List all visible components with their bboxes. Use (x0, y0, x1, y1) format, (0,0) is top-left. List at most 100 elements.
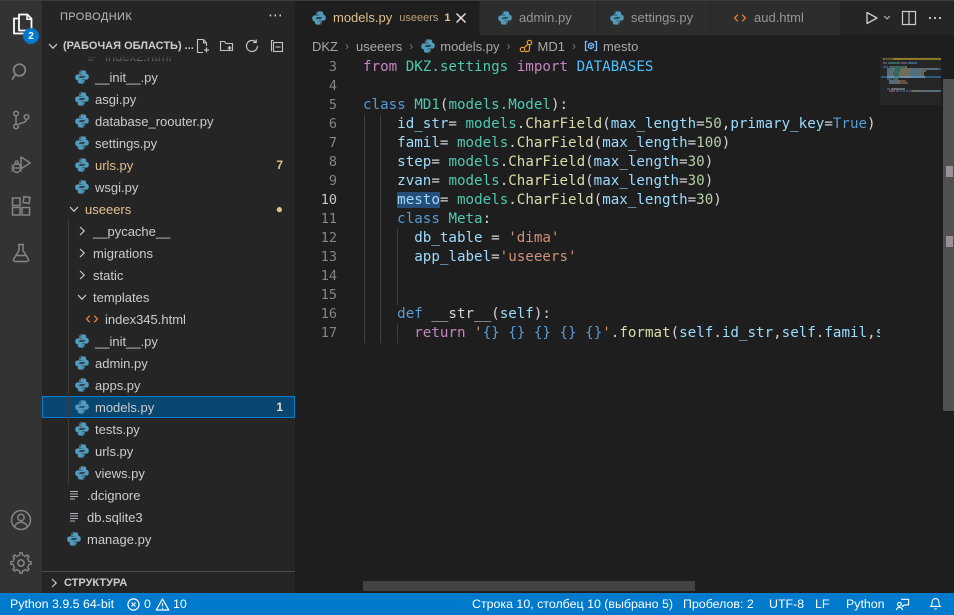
tree-item-tests.py[interactable]: tests.py (42, 418, 295, 440)
activity-bar-item-run-debug[interactable] (0, 142, 42, 186)
status-python[interactable]: Python (846, 593, 885, 615)
minimap[interactable] (880, 57, 941, 593)
tree-item-manage.py[interactable]: manage.py (42, 528, 295, 550)
code-line-11: class Meta: (363, 210, 491, 229)
tree-item-migrations[interactable]: migrations (42, 242, 295, 264)
code-token: db_table (414, 230, 482, 246)
close-icon[interactable] (453, 10, 469, 26)
breadcrumb-separator: › (507, 39, 511, 53)
tree-item-useeers[interactable]: useeers● (42, 198, 295, 220)
more-icon[interactable] (926, 9, 944, 27)
code-token: ): (551, 97, 568, 113)
tree-item-apps.py[interactable]: apps.py (42, 374, 295, 396)
tree-item-badge: 1 (276, 400, 283, 414)
tree-item-database-roouter.py[interactable]: database_roouter.py (42, 110, 295, 132)
activity-bar-item-source-control[interactable] (0, 98, 42, 142)
breadcrumb-item-models.py[interactable]: models.py (420, 38, 499, 54)
status-warning[interactable]: 10 (155, 593, 187, 615)
tree-item-index345.html[interactable]: index345.html (42, 308, 295, 330)
status-python-3-9-5-64-bit[interactable]: Python 3.9.5 64-bit (10, 593, 114, 615)
status-строка-10-столбец-10-выбрано[interactable]: Строка 10, столбец 10 (выбрано 5) (472, 593, 673, 615)
chevron-down-icon[interactable] (882, 9, 892, 27)
status-lf[interactable]: LF (815, 593, 829, 615)
tree-item-.dcignore[interactable]: .dcignore (42, 484, 295, 506)
sidebar-more-actions-icon[interactable]: ⋯ (268, 6, 283, 24)
breadcrumb-item-DKZ[interactable]: DKZ (312, 39, 338, 54)
breadcrumb-item-useeers[interactable]: useeers (356, 39, 402, 54)
code-line-10: mesto= models.CharField(max_length=30) (363, 191, 722, 210)
code-area[interactable]: 3from DKZ.settings import DATABASES45cla… (295, 57, 880, 593)
tree-item-static[interactable]: static (42, 264, 295, 286)
tab-models.py[interactable]: models.pyuseeers1 (295, 0, 480, 35)
tree-item--init-.py[interactable]: __init__.py (42, 330, 295, 352)
code-token: from (363, 59, 397, 75)
status-bell[interactable] (928, 593, 943, 615)
tree-item-wsgi.py[interactable]: wsgi.py (42, 176, 295, 198)
tab-settings.py[interactable]: settings.py (598, 0, 711, 35)
tree-item-settings.py[interactable]: settings.py (42, 132, 295, 154)
breadcrumb-item-MD1[interactable]: MD1 (518, 38, 565, 54)
status-error[interactable]: 0 (126, 593, 151, 615)
new-file-icon[interactable] (194, 38, 210, 54)
feedback-icon (895, 597, 910, 612)
code-token: self (679, 325, 713, 341)
breadcrumb-item-mesto[interactable]: mesto (583, 38, 638, 54)
workspace-section-header[interactable]: (РАБОЧАЯ ОБЛАСТЬ) ... (42, 36, 295, 56)
python-icon (74, 113, 90, 129)
code-token (363, 135, 397, 151)
run-icon[interactable] (862, 9, 880, 27)
activity-bar-item-extensions[interactable] (0, 185, 42, 229)
tree-item-db.sqlite3[interactable]: db.sqlite3 (42, 506, 295, 528)
code-token: zvan (397, 173, 431, 189)
activity-bar-item-account[interactable] (0, 498, 42, 542)
code-token: id_str (722, 325, 773, 341)
tree-item-asgi.py[interactable]: asgi.py (42, 88, 295, 110)
breadcrumb-label: useeers (356, 39, 402, 54)
tree-item-admin.py[interactable]: admin.py (42, 352, 295, 374)
activity-bar-item-settings[interactable] (0, 541, 42, 585)
breadcrumb-separator: › (345, 39, 349, 53)
tree-item--pycache-[interactable]: __pycache__ (42, 220, 295, 242)
code-token: ) (705, 173, 714, 189)
split-editor-icon[interactable] (900, 9, 918, 27)
code-token: ( (594, 192, 603, 208)
status-label: 0 (144, 597, 151, 611)
code-token: 30 (696, 192, 713, 208)
status-utf-8[interactable]: UTF-8 (769, 593, 804, 615)
code-token: 30 (688, 154, 705, 170)
refresh-icon[interactable] (244, 38, 260, 54)
activity-bar-item-explorer[interactable]: 2 (0, 2, 42, 46)
python-icon (609, 10, 625, 26)
tree-item-models.py[interactable]: models.py1 (42, 396, 295, 418)
tab-description: useeers (399, 12, 438, 24)
code-token: DATABASES (577, 59, 654, 75)
tree-item-urls.py[interactable]: urls.py7 (42, 154, 295, 176)
tree-item-urls.py[interactable]: urls.py (42, 440, 295, 462)
tree-item-label: useeers (85, 202, 131, 217)
tab-aud.html[interactable]: aud.html (711, 0, 841, 35)
code-token (363, 249, 414, 265)
collapse-all-icon[interactable] (269, 38, 285, 54)
horizontal-scrollbar-thumb[interactable] (363, 581, 695, 591)
activity-bar-item-search[interactable] (0, 50, 42, 94)
code-token: = (440, 192, 457, 208)
tab-problems-badge: 1 (444, 12, 450, 24)
tree-item-views.py[interactable]: views.py (42, 462, 295, 484)
code-line-3: from DKZ.settings import DATABASES (363, 58, 653, 77)
tab-admin.py[interactable]: admin.py (480, 0, 598, 35)
outline-section-header[interactable]: СТРУКТУРА (42, 572, 295, 593)
tree-item-templates[interactable]: templates (42, 286, 295, 308)
code-line-7: famil= models.CharField(max_length=100) (363, 134, 730, 153)
status-feedback[interactable] (895, 593, 910, 615)
tree-item--init-.py[interactable]: __init__.py (42, 66, 295, 88)
code-token: class (363, 97, 406, 113)
activity-bar-item-testing[interactable] (0, 231, 42, 275)
code-token (363, 211, 397, 227)
status-пробелов-2[interactable]: Пробелов: 2 (683, 593, 754, 615)
new-folder-icon[interactable] (219, 38, 235, 54)
tree-item-label: tests.py (95, 422, 140, 437)
code-token: True (833, 116, 867, 132)
code-token (577, 325, 586, 341)
code-token: CharField (525, 116, 602, 132)
code-token (363, 154, 397, 170)
